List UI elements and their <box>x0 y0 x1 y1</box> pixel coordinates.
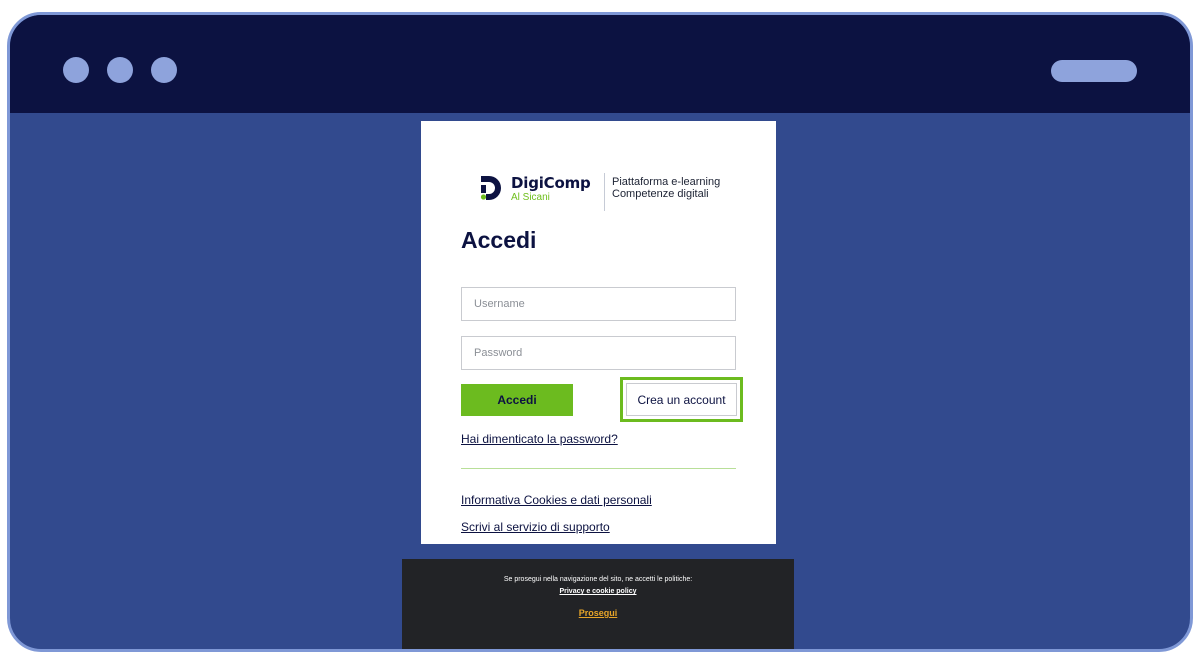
username-input[interactable] <box>461 287 736 321</box>
browser-titlebar <box>10 15 1190 113</box>
window-control-dot-3[interactable] <box>151 57 177 83</box>
brand-tagline: Piattaforma e-learning Competenze digita… <box>612 176 752 200</box>
password-input[interactable] <box>461 336 736 370</box>
window-control-dot-2[interactable] <box>107 57 133 83</box>
browser-menu-pill[interactable] <box>1051 60 1137 82</box>
privacy-cookie-policy-link[interactable]: Privacy e cookie policy <box>402 588 794 595</box>
window-control-dot-1[interactable] <box>63 57 89 83</box>
brand-tagline-line-2: Competenze digitali <box>612 188 709 200</box>
card-divider <box>461 468 736 469</box>
brand-divider <box>604 173 605 211</box>
digicomp-logo-icon <box>480 176 501 200</box>
login-card: DigiComp Al Sicani Piattaforma e-learnin… <box>421 121 776 544</box>
cookie-banner: Se prosegui nella navigazione del sito, … <box>402 559 794 649</box>
cookies-policy-link[interactable]: Informativa Cookies e dati personali <box>461 493 652 507</box>
cookie-continue-link[interactable]: Prosegui <box>402 608 794 618</box>
brand-subtitle: Al Sicani <box>511 192 550 203</box>
brand-tagline-line-1: Piattaforma e-learning <box>612 176 721 188</box>
support-link[interactable]: Scrivi al servizio di supporto <box>461 520 610 534</box>
create-account-button[interactable]: Crea un account <box>626 383 737 416</box>
forgot-password-link[interactable]: Hai dimenticato la password? <box>461 432 618 446</box>
login-button[interactable]: Accedi <box>461 384 573 416</box>
create-account-highlight: Crea un account <box>620 377 743 422</box>
cookie-banner-text: Se prosegui nella navigazione del sito, … <box>503 576 693 583</box>
brand-name: DigiComp <box>511 174 591 192</box>
login-title: Accedi <box>461 227 537 253</box>
